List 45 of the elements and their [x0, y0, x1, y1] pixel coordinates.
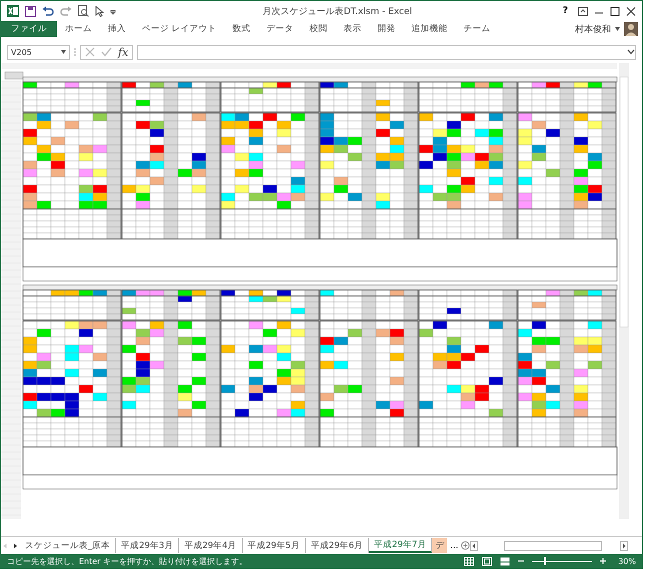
- insert-function-button[interactable]: fx: [118, 46, 128, 58]
- status-message: コピー先を選択し、Enter キーを押すか、貼り付けを選択します。: [7, 556, 248, 566]
- horizontal-scrollbar[interactable]: [504, 540, 602, 550]
- sheet-tab[interactable]: デ: [432, 538, 448, 553]
- zoom-out-icon[interactable]: [518, 558, 524, 564]
- ribbon-tab[interactable]: データ: [258, 21, 302, 37]
- ribbon-display-icon[interactable]: [578, 6, 588, 16]
- file-tab[interactable]: ファイル: [1, 21, 57, 37]
- ribbon-tab[interactable]: 挿入: [100, 21, 134, 37]
- name-box[interactable]: V205: [7, 44, 70, 60]
- new-sheet-icon[interactable]: [461, 540, 470, 551]
- window-title: 月次スケジュール表DT.xlsm - Excel: [262, 6, 414, 18]
- customize-icon[interactable]: [110, 7, 116, 15]
- avatar-icon[interactable]: [624, 22, 638, 36]
- zoom-in-icon[interactable]: [600, 558, 606, 564]
- sheet-tab[interactable]: 平成29年7月: [369, 538, 432, 553]
- excel-icon[interactable]: [7, 5, 19, 17]
- maximize-icon[interactable]: [610, 6, 620, 16]
- scroll-left-icon[interactable]: [470, 540, 478, 550]
- page-break-icon[interactable]: [500, 556, 510, 566]
- zoom-slider[interactable]: [532, 557, 592, 565]
- page-layout-icon[interactable]: [482, 556, 492, 566]
- formula-input[interactable]: [137, 44, 636, 60]
- caret-icon[interactable]: [61, 50, 66, 54]
- print-preview-icon[interactable]: [78, 5, 89, 17]
- ribbon-tab[interactable]: チーム: [456, 21, 499, 37]
- help-button[interactable]: ?: [558, 6, 572, 16]
- ribbon-tab[interactable]: ホーム: [57, 21, 100, 37]
- save-icon[interactable]: [25, 6, 36, 16]
- ribbon-tab[interactable]: 数式: [224, 21, 259, 37]
- zoom-level[interactable]: 30%: [614, 556, 636, 566]
- more-sheets-button[interactable]: ...: [447, 540, 462, 550]
- normal-view-icon[interactable]: [464, 556, 474, 566]
- ribbon-tab[interactable]: 校閲: [302, 21, 336, 37]
- user-name[interactable]: 村本俊和: [575, 22, 611, 36]
- scroll-right-icon[interactable]: [620, 540, 628, 550]
- ribbon-tab[interactable]: 開発: [370, 21, 404, 37]
- undo-icon[interactable]: [42, 6, 54, 16]
- caret-icon[interactable]: [615, 27, 620, 31]
- close-icon[interactable]: [626, 6, 636, 16]
- ribbon-tab[interactable]: 表示: [336, 21, 370, 37]
- expand-icon[interactable]: [627, 49, 635, 55]
- ribbon-tab[interactable]: ページ レイアウト: [134, 21, 225, 37]
- ribbon-tab[interactable]: 追加機能: [404, 21, 456, 37]
- pointer-icon[interactable]: [95, 6, 104, 16]
